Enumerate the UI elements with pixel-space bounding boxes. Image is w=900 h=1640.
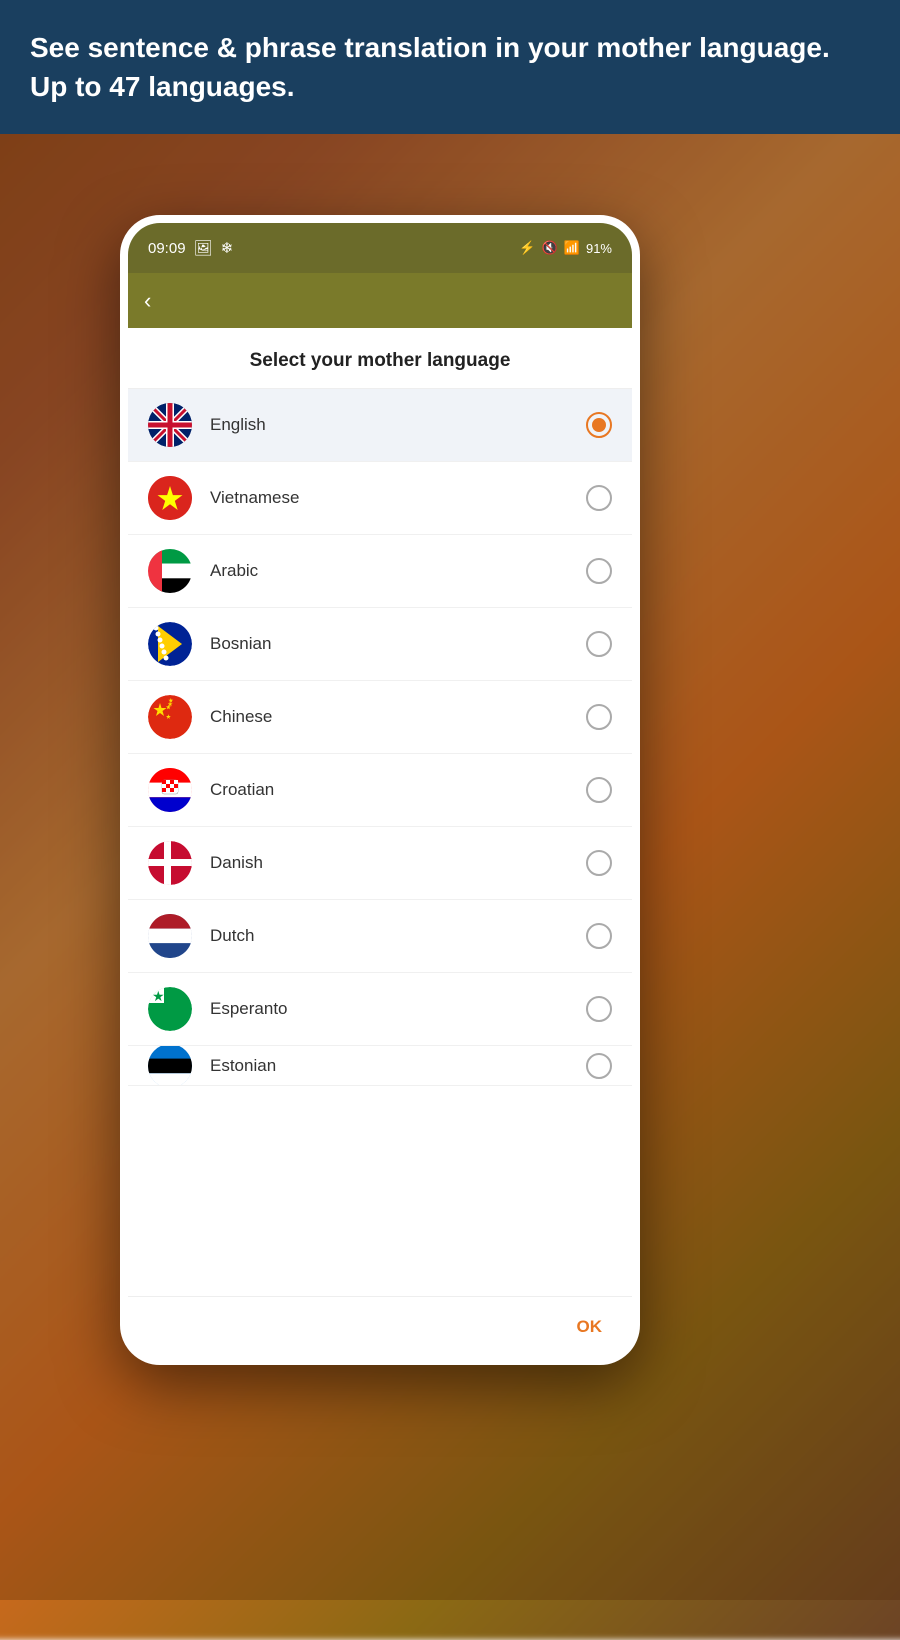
radio-bosnian[interactable] [586,631,612,657]
language-item-arabic[interactable]: Arabic [128,535,632,608]
flag-chinese [148,695,192,739]
radio-english[interactable] [586,412,612,438]
bluetooth-icon: ⚡ [519,240,535,256]
radio-vietnamese[interactable] [586,485,612,511]
dialog-footer: OK [128,1296,632,1357]
flag-arabic [148,549,192,593]
language-name-english: English [210,415,586,435]
back-button[interactable]: ‹ [144,288,151,314]
language-item-dutch[interactable]: Dutch [128,900,632,973]
language-item-vietnamese[interactable]: Vietnamese [128,462,632,535]
language-name-arabic: Arabic [210,561,586,581]
phone-mockup: 09:09 🖼 ❄ ⚡ 🔇 📶 91% ‹ Select your mother… [120,215,640,1365]
flag-bosnian [148,622,192,666]
status-right: ⚡ 🔇 📶 91% [519,240,612,256]
radio-dutch[interactable] [586,923,612,949]
status-bar: 09:09 🖼 ❄ ⚡ 🔇 📶 91% [128,223,632,273]
language-name-danish: Danish [210,853,586,873]
language-list: English Vietnamese [128,389,632,1296]
language-name-dutch: Dutch [210,926,586,946]
language-name-vietnamese: Vietnamese [210,488,586,508]
radio-croatian[interactable] [586,777,612,803]
radio-arabic[interactable] [586,558,612,584]
radio-danish[interactable] [586,850,612,876]
flag-estonian [148,1046,192,1086]
flag-danish [148,841,192,885]
flag-esperanto: ★ [148,987,192,1031]
battery: 91% [586,241,612,256]
language-item-english[interactable]: English [128,389,632,462]
language-item-bosnian[interactable]: Bosnian [128,608,632,681]
notification-icon: 🖼 [194,239,213,257]
language-name-estonian: Estonian [210,1056,586,1076]
language-item-danish[interactable]: Danish [128,827,632,900]
language-item-chinese[interactable]: Chinese [128,681,632,754]
dialog: Select your mother language [128,328,632,1357]
flag-english [148,403,192,447]
language-name-bosnian: Bosnian [210,634,586,654]
language-name-esperanto: Esperanto [210,999,586,1019]
status-left: 09:09 🖼 ❄ [148,239,233,257]
snowflake-icon: ❄ [221,239,234,257]
flag-dutch [148,914,192,958]
language-item-esperanto[interactable]: ★ Esperanto [128,973,632,1046]
ok-button[interactable]: OK [567,1311,613,1343]
wifi-icon: 📶 [564,240,580,256]
app-bar: ‹ [128,273,632,328]
radio-esperanto[interactable] [586,996,612,1022]
mute-icon: 🔇 [542,240,558,256]
time: 09:09 [148,240,186,257]
svg-text:★: ★ [152,988,165,1004]
banner-text: See sentence & phrase translation in you… [30,28,870,106]
language-name-croatian: Croatian [210,780,586,800]
radio-chinese[interactable] [586,704,612,730]
flag-croatian [148,768,192,812]
radio-estonian[interactable] [586,1053,612,1079]
language-name-chinese: Chinese [210,707,586,727]
dialog-title: Select your mother language [128,328,632,389]
flag-vietnamese [148,476,192,520]
language-item-croatian[interactable]: Croatian [128,754,632,827]
language-item-estonian[interactable]: Estonian [128,1046,632,1086]
top-banner: See sentence & phrase translation in you… [0,0,900,134]
